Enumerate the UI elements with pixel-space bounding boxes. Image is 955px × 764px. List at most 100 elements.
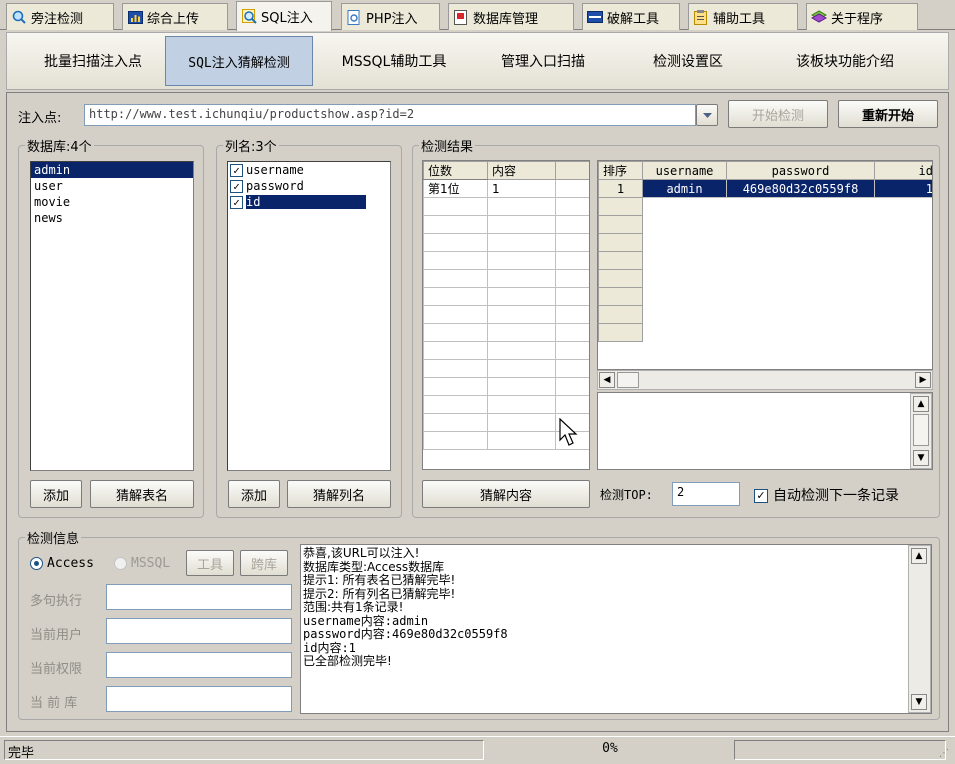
tab-php-injection[interactable]: PHP注入 <box>341 3 440 30</box>
scroll-right-icon[interactable]: ▶ <box>915 372 931 388</box>
log-line: id内容:1 <box>303 640 356 655</box>
log-line: 提示2: 所有列名已猜解完毕! <box>303 586 456 601</box>
list-item[interactable]: news <box>31 210 193 226</box>
guess-column-button[interactable]: 猜解列名 <box>287 480 391 508</box>
radio-icon[interactable] <box>30 557 43 570</box>
guess-content-button[interactable]: 猜解内容 <box>422 480 590 508</box>
mssql-radio[interactable]: MSSQL <box>114 556 170 571</box>
table-row[interactable]: 1 admin 469e80d32c0559f8 1 <box>598 179 932 198</box>
record-hscrollbar[interactable]: ◀ ▶ <box>597 370 933 390</box>
col-header: username <box>642 161 727 180</box>
scroll-down-icon[interactable]: ▼ <box>911 694 927 710</box>
current-db-field[interactable] <box>106 686 292 712</box>
scroll-down-icon[interactable]: ▼ <box>913 450 929 466</box>
check-icon[interactable]: ✓ <box>754 489 768 503</box>
scroll-thumb[interactable] <box>617 372 639 388</box>
tab-label: 数据库管理 <box>473 11 539 27</box>
column-name: password <box>246 179 304 193</box>
check-icon[interactable]: ✓ <box>230 196 243 209</box>
add-column-button[interactable]: 添加 <box>228 480 280 508</box>
grid-cell: 1 <box>874 179 932 198</box>
tab-label: 综合上传 <box>147 11 200 27</box>
subnav-label: SQL注入猜解检测 <box>188 55 290 71</box>
log-line: 范围:共有1条记录! <box>303 600 404 614</box>
log-line: username内容:admin <box>303 613 429 628</box>
grid-cell: admin <box>642 179 727 198</box>
radio-icon[interactable] <box>114 557 127 570</box>
scroll-up-icon[interactable]: ▲ <box>911 548 927 564</box>
subnav-mssql-helper[interactable]: MSSQL辅助工具 <box>319 36 469 86</box>
auto-detect-checkbox[interactable]: ✓ 自动检测下一条记录 <box>754 485 899 505</box>
resize-grip-icon[interactable]: ⋰ <box>939 749 951 761</box>
col-header: id <box>874 161 932 180</box>
subnav-label: 管理入口扫描 <box>501 54 585 70</box>
auto-detect-label: 自动检测下一条记录 <box>773 488 899 504</box>
restart-button[interactable]: 重新开始 <box>838 100 938 128</box>
field-label: 当前权限 <box>30 662 83 677</box>
subnav-settings[interactable]: 检测设置区 <box>623 36 753 86</box>
database-list[interactable]: admin user movie news <box>30 161 194 471</box>
multi-exec-field[interactable] <box>106 584 292 610</box>
check-icon[interactable]: ✓ <box>230 180 243 193</box>
col-header <box>555 161 589 180</box>
table-row[interactable]: 第1位 1 <box>423 179 589 198</box>
tab-sql-injection[interactable]: SQL注入 <box>236 1 332 31</box>
result-group-legend: 检测结果 <box>421 140 474 155</box>
tab-label: 关于程序 <box>831 11 884 27</box>
progress-text: 0% <box>602 741 618 756</box>
chevron-down-icon <box>702 108 712 123</box>
tab-side-note-check[interactable]: 旁注检测 <box>6 3 114 30</box>
list-item[interactable]: movie <box>31 194 193 210</box>
list-item[interactable]: admin <box>31 162 193 178</box>
toolbar-icon <box>587 9 603 25</box>
start-detect-button[interactable]: 开始检测 <box>728 100 828 128</box>
check-icon[interactable]: ✓ <box>230 164 243 177</box>
tab-helper-tools[interactable]: 辅助工具 <box>688 3 798 30</box>
log-line: 已全部检测完毕! <box>303 654 392 668</box>
log-line: 恭喜,该URL可以注入! <box>303 546 420 560</box>
current-permission-field[interactable] <box>106 652 292 678</box>
tab-label: 辅助工具 <box>713 11 766 27</box>
scroll-left-icon[interactable]: ◀ <box>599 372 615 388</box>
subnav-admin-scan[interactable]: 管理入口扫描 <box>473 36 613 86</box>
tab-upload[interactable]: 综合上传 <box>122 3 228 30</box>
log-vscrollbar[interactable]: ▲ ▼ <box>908 545 931 713</box>
subnav-intro[interactable]: 该板块功能介绍 <box>767 36 923 86</box>
detect-log-textarea[interactable]: 恭喜,该URL可以注入! 数据库类型:Access数据库 提示1: 所有表名已猜… <box>300 544 932 714</box>
col-header: 排序 <box>598 161 643 180</box>
scroll-up-icon[interactable]: ▲ <box>913 396 929 412</box>
grid-cell: 第1位 <box>423 179 488 198</box>
radio-label: MSSQL <box>131 556 171 571</box>
cross-db-button[interactable]: 跨库 <box>240 550 288 576</box>
magnifier-icon <box>241 9 257 25</box>
url-dropdown-button[interactable] <box>696 104 718 126</box>
access-radio[interactable]: Access <box>30 556 94 571</box>
tab-crack-tools[interactable]: 破解工具 <box>582 3 680 30</box>
detail-textarea[interactable] <box>597 392 933 470</box>
detail-vscrollbar[interactable]: ▲ ▼ <box>910 393 932 469</box>
top-input[interactable]: 2 <box>672 482 740 506</box>
chart-icon <box>127 9 143 25</box>
column-list[interactable]: ✓ username ✓ password ✓ id <box>227 161 391 471</box>
guess-table-button[interactable]: 猜解表名 <box>90 480 194 508</box>
subnav-batch-scan[interactable]: 批量扫描注入点 <box>21 36 165 86</box>
tab-label: 旁注检测 <box>31 11 84 27</box>
add-table-button[interactable]: 添加 <box>30 480 82 508</box>
tab-database-manage[interactable]: 数据库管理 <box>448 3 574 30</box>
log-line: 提示1: 所有表名已猜解完毕! <box>303 573 456 587</box>
tool-button[interactable]: 工具 <box>186 550 234 576</box>
list-item[interactable]: ✓ password <box>228 178 390 194</box>
list-item[interactable]: user <box>31 178 193 194</box>
inject-url-input[interactable]: http://www.test.ichunqiu/productshow.asp… <box>84 104 696 126</box>
current-user-field[interactable] <box>106 618 292 644</box>
record-grid[interactable]: 排序 username password id 1 admin 469e80d3… <box>597 160 933 370</box>
list-item[interactable]: ✓ username <box>228 162 390 178</box>
scroll-thumb[interactable] <box>913 414 929 446</box>
col-header: password <box>726 161 875 180</box>
progress-panel <box>734 740 946 760</box>
tab-about[interactable]: 关于程序 <box>806 3 918 30</box>
clipboard-icon <box>693 9 709 25</box>
subnav-sql-guess[interactable]: SQL注入猜解检测 <box>165 36 313 86</box>
list-item[interactable]: ✓ id <box>228 194 390 210</box>
field-label: 当 前 库 <box>30 696 78 711</box>
